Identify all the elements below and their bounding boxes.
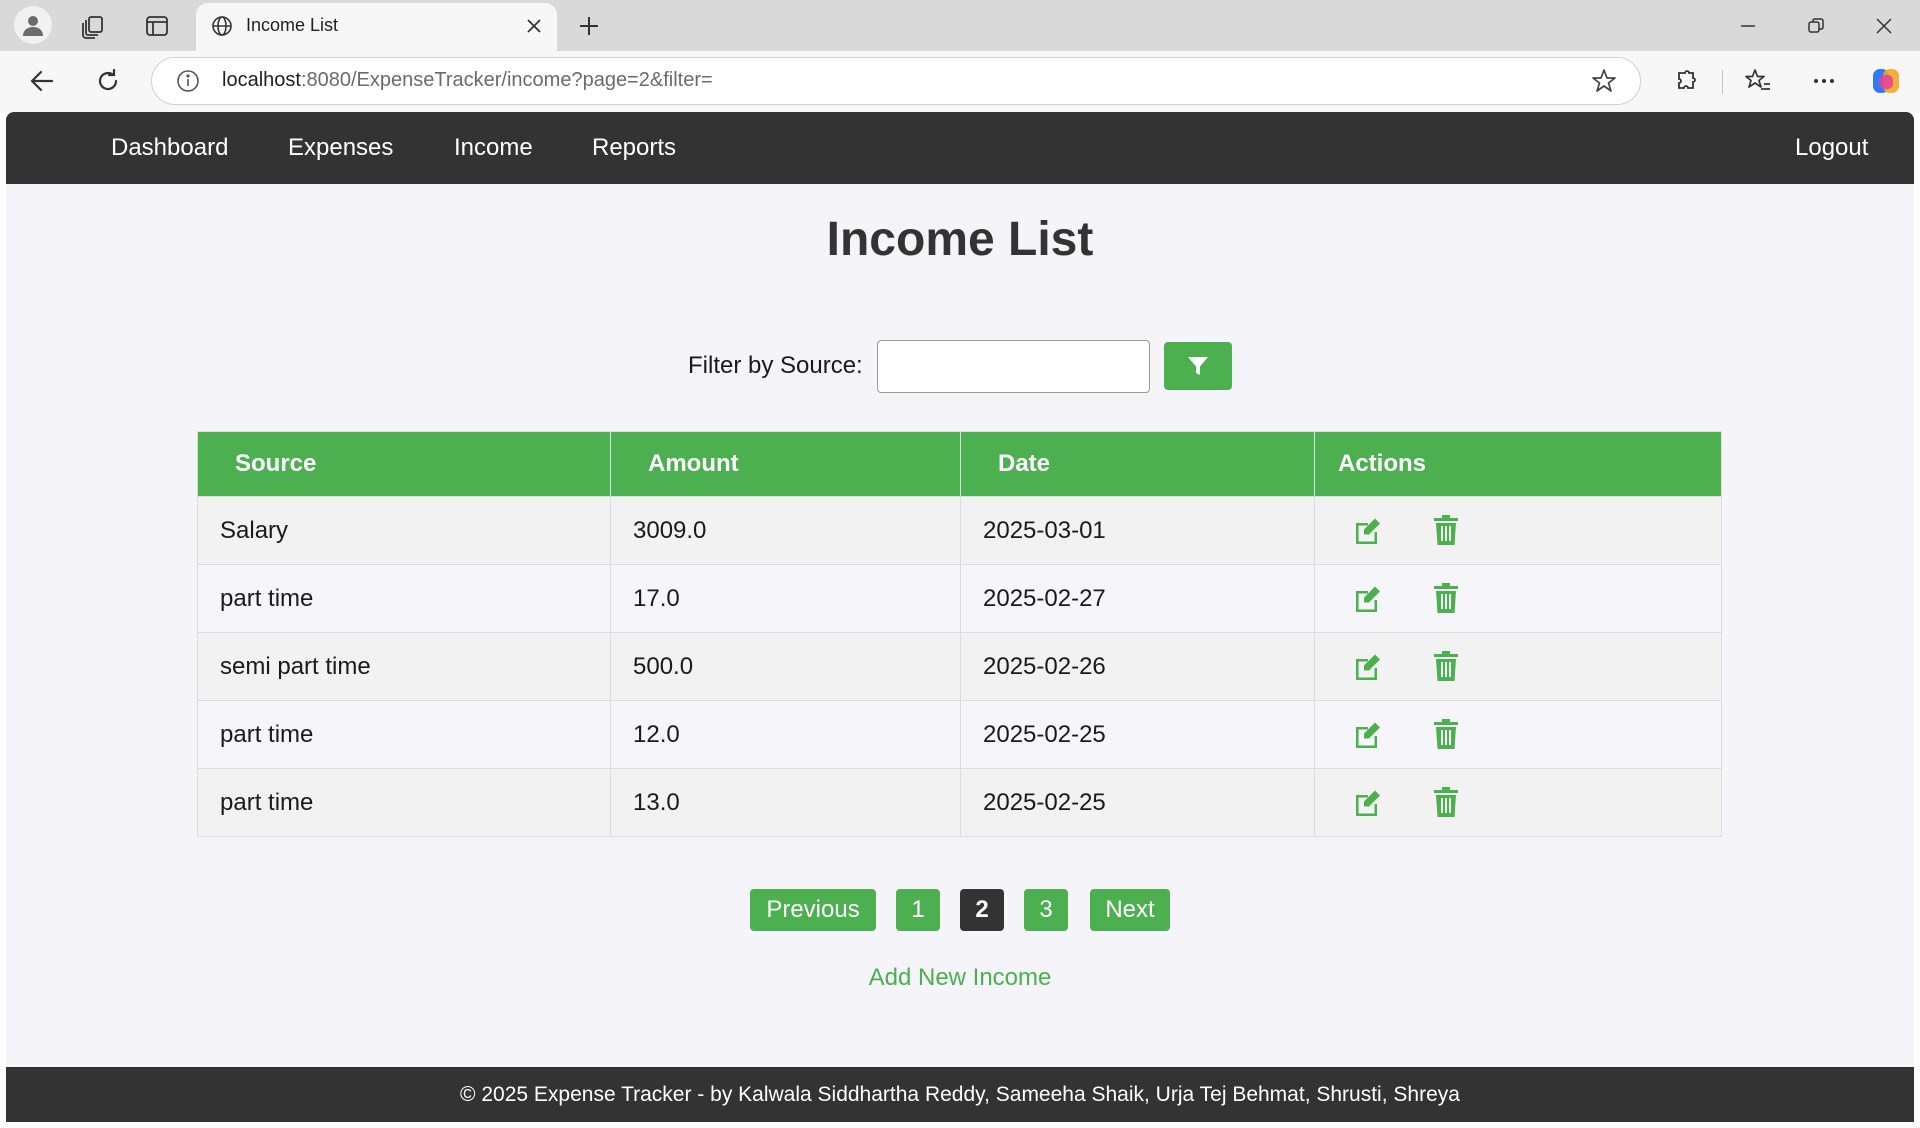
edit-icon[interactable] [1353, 653, 1383, 681]
trash-icon[interactable] [1433, 515, 1459, 545]
filter-button[interactable] [1164, 342, 1232, 390]
cell-amount: 13.0 [610, 768, 961, 837]
pagination-page-1[interactable]: 1 [896, 889, 940, 931]
cell-date: 2025-02-26 [960, 632, 1315, 701]
globe-icon [210, 14, 234, 38]
top-navbar: Dashboard Expenses Income Reports Logout [6, 112, 1914, 184]
cell-amount: 12.0 [610, 700, 961, 769]
cell-source: Salary [197, 496, 611, 565]
restore-icon[interactable] [1796, 10, 1836, 42]
filter-icon [1188, 357, 1208, 375]
trash-icon[interactable] [1433, 583, 1459, 613]
url-text[interactable]: localhost:8080/ExpenseTracker/income?pag… [222, 69, 713, 92]
edit-icon[interactable] [1353, 517, 1383, 545]
vertical-tabs-icon[interactable] [140, 10, 174, 42]
page-content: Dashboard Expenses Income Reports Logout… [6, 112, 1914, 1122]
trash-icon[interactable] [1433, 787, 1459, 817]
table-row: part time 17.0 2025-02-27 [197, 564, 1722, 633]
cell-date: 2025-02-25 [960, 768, 1315, 837]
trash-icon[interactable] [1433, 719, 1459, 749]
nav-expenses[interactable]: Expenses [288, 134, 393, 162]
cell-actions [1314, 700, 1722, 769]
info-icon[interactable] [176, 69, 200, 93]
back-icon[interactable] [22, 62, 62, 100]
nav-reports[interactable]: Reports [592, 134, 676, 162]
edit-icon[interactable] [1353, 721, 1383, 749]
cell-actions [1314, 632, 1722, 701]
nav-dashboard[interactable]: Dashboard [111, 134, 228, 162]
table-header-row: Source Amount Date Actions [197, 431, 1722, 497]
workspaces-icon[interactable] [76, 10, 110, 42]
cell-source: part time [197, 700, 611, 769]
pagination-next[interactable]: Next [1090, 889, 1170, 931]
cell-amount: 17.0 [610, 564, 961, 633]
trash-icon[interactable] [1433, 651, 1459, 681]
cell-source: part time [197, 564, 611, 633]
favorites-icon[interactable] [1742, 65, 1774, 97]
edit-icon[interactable] [1353, 585, 1383, 613]
star-icon[interactable] [1590, 67, 1618, 95]
table-row: semi part time 500.0 2025-02-26 [197, 632, 1722, 701]
close-window-icon[interactable] [1864, 10, 1904, 42]
cell-source: semi part time [197, 632, 611, 701]
tab-title: Income List [246, 15, 339, 35]
cell-date: 2025-02-27 [960, 564, 1315, 633]
cell-date: 2025-02-25 [960, 700, 1315, 769]
edit-icon[interactable] [1353, 789, 1383, 817]
income-table: Source Amount Date Actions Salary 3009.0… [197, 431, 1722, 837]
close-tab-icon[interactable] [522, 14, 546, 38]
cell-actions [1314, 768, 1722, 837]
nav-income[interactable]: Income [454, 134, 533, 162]
new-tab-icon[interactable] [572, 10, 606, 42]
cell-actions [1314, 496, 1722, 565]
copilot-icon[interactable] [1868, 63, 1904, 99]
footer: © 2025 Expense Tracker - by Kalwala Sidd… [6, 1067, 1914, 1122]
reload-icon[interactable] [88, 62, 128, 100]
extensions-icon[interactable] [1670, 65, 1702, 97]
table-row: part time 13.0 2025-02-25 [197, 768, 1722, 837]
profile-icon[interactable] [14, 6, 52, 44]
cell-amount: 500.0 [610, 632, 961, 701]
header-source[interactable]: Source [197, 431, 611, 497]
filter-label: Filter by Source: [688, 352, 863, 379]
page-title: Income List [826, 213, 1094, 266]
table-row: Salary 3009.0 2025-03-01 [197, 496, 1722, 565]
cell-amount: 3009.0 [610, 496, 961, 565]
cell-actions [1314, 564, 1722, 633]
pagination-page-2[interactable]: 2 [960, 889, 1004, 931]
add-new-income-link[interactable]: Add New Income [6, 964, 1914, 992]
header-amount[interactable]: Amount [610, 431, 961, 497]
nav-logout[interactable]: Logout [1795, 134, 1868, 162]
filter-source-input[interactable] [877, 340, 1150, 393]
cell-date: 2025-03-01 [960, 496, 1315, 565]
toolbar-separator [1722, 70, 1723, 94]
cell-source: part time [197, 768, 611, 837]
pagination-previous[interactable]: Previous [750, 889, 876, 931]
header-date[interactable]: Date [960, 431, 1315, 497]
pagination-page-3[interactable]: 3 [1024, 889, 1068, 931]
more-options-icon[interactable] [1808, 65, 1840, 97]
header-actions: Actions [1314, 431, 1722, 497]
minimize-icon[interactable] [1728, 10, 1768, 42]
table-row: part time 12.0 2025-02-25 [197, 700, 1722, 769]
